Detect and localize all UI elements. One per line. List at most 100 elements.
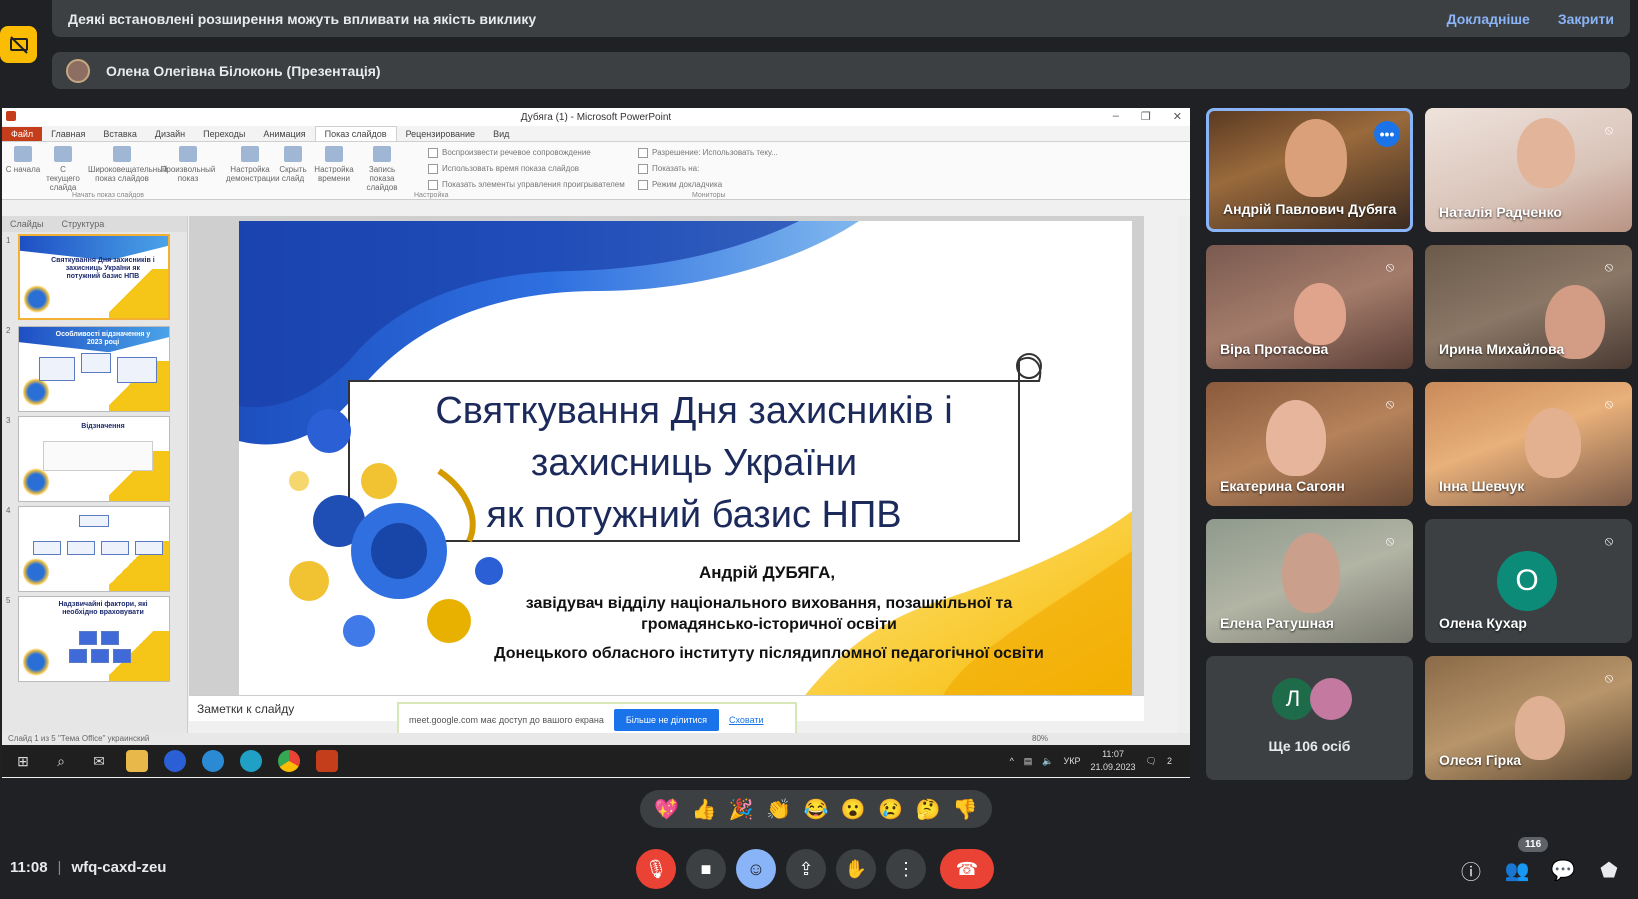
participant-tile[interactable]: О ⦸ Олена Кухар [1425,519,1632,643]
ribbon-setup[interactable]: Настройка демонстрации [226,146,280,183]
taskbar-clock[interactable]: 11:07 21.09.2023 [1091,748,1136,774]
chrome-icon[interactable] [278,750,300,772]
powerpoint-logo-icon [6,111,16,121]
tray-arrow-icon[interactable]: ^ [1010,756,1014,766]
option-presenter-view[interactable]: Режим докладчика [638,180,722,190]
more-participants-tile[interactable]: Л Ще 106 осіб [1206,656,1413,780]
slide-thumbnail[interactable]: Святкування Дня захисників і захисниць У… [18,234,170,320]
tab-view[interactable]: Вид [484,127,518,141]
network-icon[interactable]: ▤ [1024,756,1033,767]
muted-mic-icon: ⦸ [1385,259,1395,274]
ribbon-custom-show[interactable]: Произвольный показ [160,146,216,183]
present-screen-button[interactable]: ⇪ [786,849,826,889]
present-icon: ⇪ [798,858,814,879]
chat-icon[interactable]: 💬 [1550,857,1576,883]
presentation-off-icon [9,35,28,54]
people-icon[interactable]: 👥 [1504,857,1530,883]
party-popper-reaction[interactable]: 🎉 [729,797,754,822]
notifications-icon[interactable]: 🗨 [1146,756,1157,767]
tab-slides[interactable]: Слайды [10,219,44,229]
sparkling-heart-reaction[interactable]: 💖 [654,797,679,822]
close-banner-link[interactable]: Закрити [1558,11,1614,27]
windows-start-icon[interactable]: ⊞ [12,750,34,772]
avatar [1310,678,1352,720]
app-icon[interactable] [164,750,186,772]
slide-number: 5 [6,596,11,605]
tab-file[interactable]: Файл [2,127,43,141]
thumbs-up-reaction[interactable]: 👍 [692,797,717,822]
camera-off-badge[interactable] [0,26,37,63]
keyboard-language[interactable]: УКР [1064,756,1081,766]
option-media-controls[interactable]: Показать элементы управления проигрывате… [428,180,625,190]
maximize-icon[interactable]: ❐ [1141,110,1151,123]
crying-reaction[interactable]: 😢 [878,797,903,822]
reactions-button[interactable]: ☺ [736,849,776,889]
leave-call-button[interactable]: ☎ [940,849,994,889]
clapping-reaction[interactable]: 👏 [766,797,791,822]
participant-tile[interactable]: ⦸ Елена Ратушная [1206,519,1413,643]
vertical-scrollbar[interactable] [1178,216,1190,778]
emoji-icon: ☺ [746,858,766,879]
folder-icon[interactable] [126,750,148,772]
slide-canvas[interactable]: Святкування Дня захисників і захисниць У… [239,221,1132,703]
option-narration[interactable]: Воспроизвести речевое сопровождение [428,148,591,158]
tab-home[interactable]: Главная [42,127,94,141]
stop-sharing-button[interactable]: Більше не ділитися [613,709,719,731]
edge-icon[interactable] [202,750,224,772]
zoom-level[interactable]: 80% [1032,734,1048,743]
tab-review[interactable]: Рецензирование [397,127,485,141]
ribbon-record[interactable]: Запись показа слайдов [358,146,406,192]
slide-thumbnail[interactable]: Особливості відзначення у 2023 році [18,326,170,412]
participant-tile[interactable]: ⦸ Віра Протасова [1206,245,1413,369]
tab-insert[interactable]: Вставка [94,127,145,141]
tab-design[interactable]: Дизайн [146,127,194,141]
banner-text: Деякі встановлені розширення можуть впли… [68,10,537,27]
camera-button[interactable]: ■ [686,849,726,889]
slide-thumbnail[interactable]: Відзначення [18,416,170,502]
volume-icon[interactable]: 🔈 [1042,756,1053,767]
ribbon-rehearse[interactable]: Настройка времени [312,146,356,183]
slide-thumbnail[interactable] [18,506,170,592]
tab-animation[interactable]: Анимация [254,127,314,141]
participant-tile[interactable]: ⦸ Ирина Михайлова [1425,245,1632,369]
minimize-icon[interactable]: – [1113,110,1119,123]
tab-transitions[interactable]: Переходы [194,127,254,141]
thumbs-down-reaction[interactable]: 👎 [953,797,978,822]
participant-tile[interactable]: ⦸ Олеся Гірка [1425,656,1632,780]
participant-tile[interactable]: ⦸ Інна Шевчук [1425,382,1632,506]
slide-thumbnail[interactable]: Надзвичайні фактори, які необхідно врахо… [18,596,170,682]
muted-mic-icon: ⦸ [1604,122,1614,137]
tab-outline[interactable]: Структура [62,219,105,229]
search-icon[interactable]: ⌕ [50,750,72,772]
tab-slideshow[interactable]: Показ слайдов [314,126,397,141]
ribbon-broadcast[interactable]: Широковещательный показ слайдов [88,146,167,183]
muted-mic-icon: ⦸ [1385,396,1395,411]
meeting-details-icon[interactable]: ⓘ [1458,857,1484,884]
participant-tile[interactable]: ⦸ Екатерина Сагоян [1206,382,1413,506]
laughing-reaction[interactable]: 😂 [804,797,829,822]
system-tray: ^ ▤ 🔈 УКР 11:07 21.09.2023 🗨 2 [1010,748,1172,774]
option-timings[interactable]: Использовать время показа слайдов [428,164,579,174]
more-options-button[interactable]: ⋮ [886,849,926,889]
hide-share-notice-link[interactable]: Сховати [729,715,764,725]
participant-tile[interactable]: ⦸ Наталія Радченко [1425,108,1632,232]
activities-icon[interactable]: ⬟ [1596,857,1622,883]
group-start: Начать показ слайдов [72,192,144,199]
more-options-icon[interactable]: ••• [1374,121,1400,147]
powerpoint-icon[interactable] [316,750,338,772]
raise-hand-button[interactable]: ✋ [836,849,876,889]
option-show-on[interactable]: Показать на: [638,164,699,174]
microphone-off-button[interactable]: 🎙 [636,849,676,889]
surprised-reaction[interactable]: 😮 [841,797,866,822]
close-icon[interactable]: ✕ [1173,110,1182,123]
thinking-reaction[interactable]: 🤔 [916,797,941,822]
ribbon-from-current[interactable]: С текущего слайда [44,146,82,192]
option-resolution[interactable]: Разрешение: Использовать теку... [638,148,778,158]
participant-tile[interactable]: ••• Андрій Павлович Дубяга [1206,108,1413,232]
window-controls: – ❐ ✕ [1113,110,1182,123]
ribbon-hide-slide[interactable]: Скрыть слайд [274,146,312,183]
learn-more-link[interactable]: Докладніше [1447,11,1530,27]
ribbon-from-start[interactable]: С начала [4,146,42,174]
browser-icon[interactable] [240,750,262,772]
mail-icon[interactable]: ✉ [88,750,110,772]
